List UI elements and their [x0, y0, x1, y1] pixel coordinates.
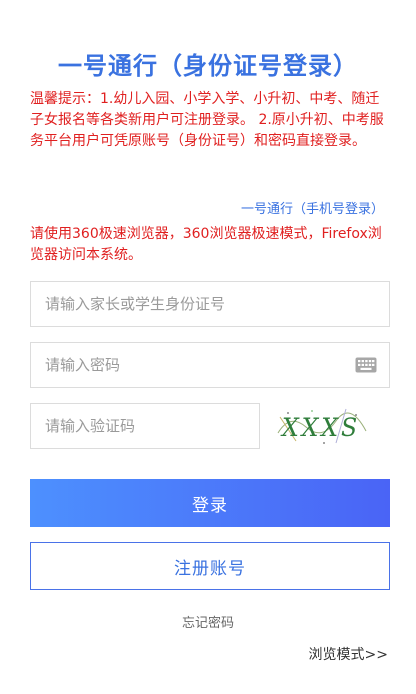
notice-text: 温馨提示：1.幼儿入园、小学入学、小升初、中考、随迁子女报名等各类新用户可注册登…	[30, 91, 384, 149]
page-title: 一号通行（身份证号登录）	[58, 52, 358, 80]
captcha-image[interactable]: XXXS	[276, 403, 368, 449]
browse-mode-link[interactable]: 浏览模式>>	[309, 644, 388, 664]
id-number-field	[30, 281, 390, 327]
captcha-text: XXXS	[280, 413, 360, 442]
phone-login-link[interactable]: 一号通行（手机号登录）	[241, 198, 384, 217]
keyboard-icon[interactable]	[355, 357, 377, 373]
browser-tip-text: 请使用360极速浏览器，360浏览器极速模式，Firefox浏览器访问本系统。	[30, 226, 382, 263]
login-button[interactable]: 登录	[30, 479, 390, 527]
register-button[interactable]: 注册账号	[30, 542, 390, 590]
captcha-input[interactable]	[31, 404, 259, 448]
password-field	[30, 342, 390, 388]
captcha-field	[30, 403, 260, 449]
password-input[interactable]	[31, 343, 389, 387]
forgot-password-link[interactable]: 忘记密码	[0, 612, 416, 631]
id-number-input[interactable]	[31, 282, 389, 326]
